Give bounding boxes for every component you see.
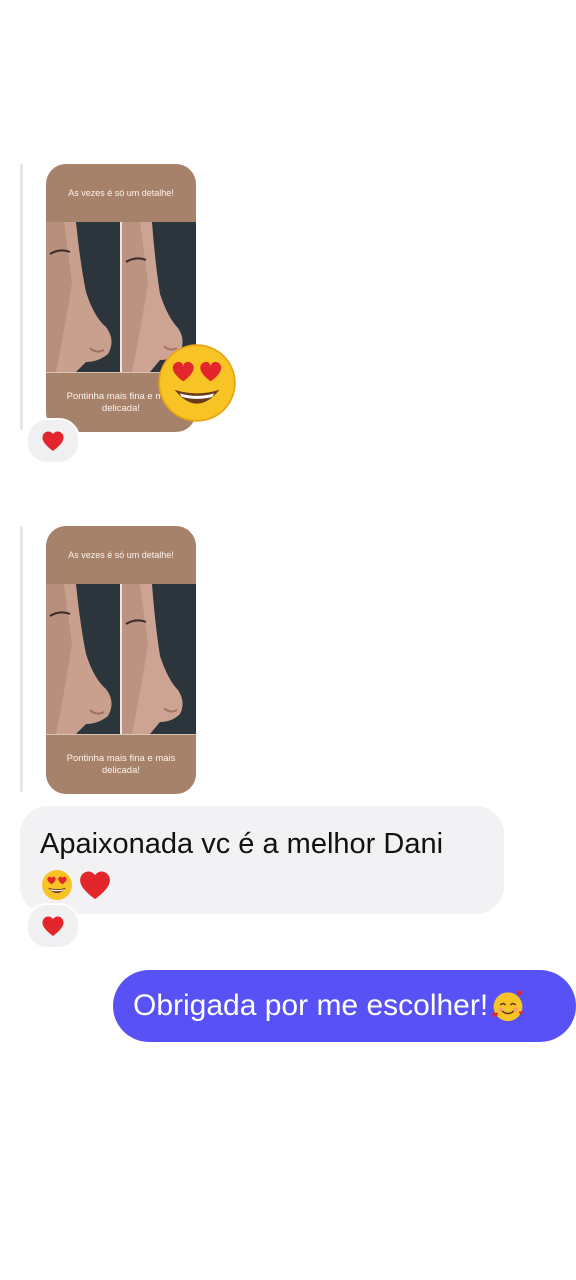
reply-indicator-line [20, 526, 23, 792]
reaction-badge[interactable] [26, 418, 80, 464]
heart-icon [42, 431, 64, 451]
story-bottom-caption: Pontinha mais fina e mais delicada! [46, 734, 196, 794]
nose-photo-after [122, 584, 196, 734]
smiling-face-with-hearts-emoji [492, 990, 524, 1022]
message-text: Apaixonada vc é a melhor Dani [40, 828, 444, 860]
story-top-caption: As vezes é só um detalhe! [68, 549, 174, 560]
heart-emoji [80, 871, 110, 900]
reply-indicator-line [20, 164, 23, 430]
heart-eyes-emoji [42, 870, 72, 901]
reaction-badge[interactable] [26, 903, 80, 949]
nose-photo-before [46, 222, 120, 372]
story-preview[interactable]: As vezes é só um detalhe! Pontinha mais … [46, 526, 196, 794]
story-photos [46, 584, 196, 734]
nose-photo-before [46, 584, 120, 734]
heart-eyes-emoji [158, 344, 236, 422]
story-top-caption: As vezes é só um detalhe! [68, 187, 174, 198]
incoming-message-bubble[interactable]: Apaixonada vc é a melhor Dani [20, 806, 504, 914]
chat-thread: As vezes é só um detalhe! Pontinha mais … [0, 0, 576, 1280]
heart-icon [42, 916, 64, 936]
outgoing-message-bubble[interactable]: Obrigada por me escolher! [113, 970, 576, 1042]
incoming-message-text: Apaixonada vc é a melhor Dani [40, 824, 484, 904]
outgoing-message-text: Obrigada por me escolher! [133, 989, 489, 1022]
